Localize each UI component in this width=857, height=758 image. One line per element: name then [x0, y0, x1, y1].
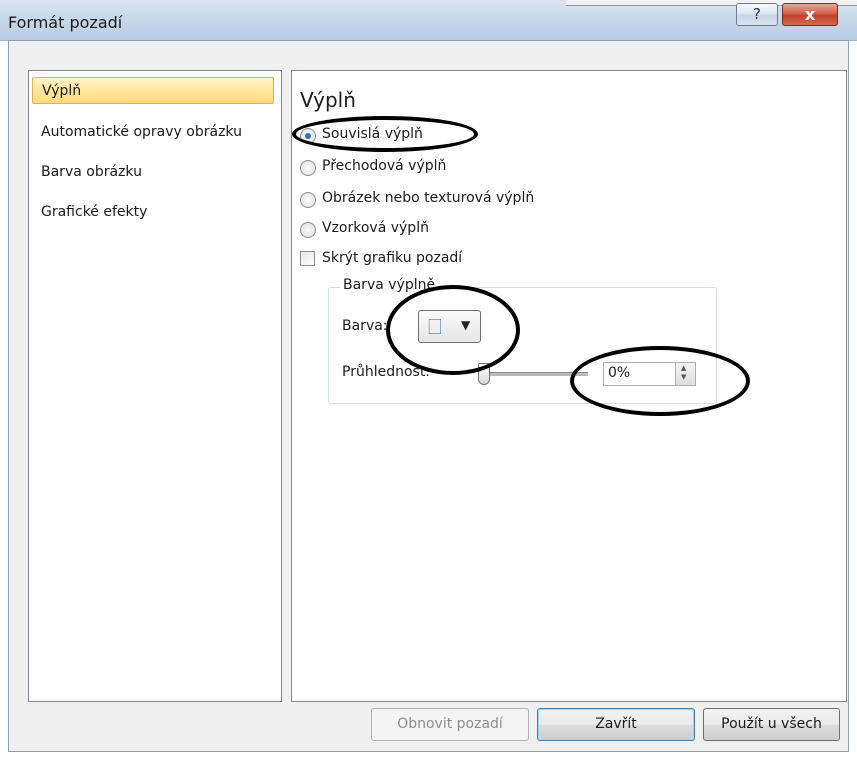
- radio-picture-texture-fill-label[interactable]: Obrázek nebo texturová výplň: [322, 190, 534, 206]
- close-button[interactable]: Zavřít: [537, 708, 695, 741]
- radio-pattern-fill[interactable]: [300, 222, 316, 238]
- radio-gradient-fill[interactable]: [300, 160, 316, 176]
- hide-background-graphics-checkbox[interactable]: [300, 251, 315, 266]
- radio-pattern-fill-label[interactable]: Vzorková výplň: [322, 220, 429, 236]
- panel-heading: Výplň: [300, 88, 356, 112]
- radio-picture-texture-fill[interactable]: [300, 192, 316, 208]
- nav-item-fill[interactable]: Výplň: [32, 77, 274, 104]
- annotation-ellipse-color-button: [386, 285, 520, 375]
- format-background-dialog: Formát pozadí ? x Výplň Automatické opra…: [0, 0, 857, 758]
- nav-item-picture-color[interactable]: Barva obrázku: [32, 159, 274, 186]
- hide-background-graphics-label[interactable]: Skrýt grafiku pozadí: [322, 250, 462, 266]
- nav-item-picture-corrections[interactable]: Automatické opravy obrázku: [32, 119, 274, 146]
- reset-background-button[interactable]: Obnovit pozadí: [371, 708, 529, 741]
- nav-item-artistic-effects[interactable]: Grafické efekty: [32, 199, 274, 226]
- annotation-ellipse-transparency: [570, 346, 750, 416]
- help-button[interactable]: ?: [736, 3, 778, 26]
- title-bar[interactable]: [0, 0, 857, 41]
- category-list: Výplň Automatické opravy obrázku Barva o…: [28, 70, 282, 702]
- radio-gradient-fill-label[interactable]: Přechodová výplň: [322, 158, 446, 174]
- color-label: Barva:: [342, 318, 388, 334]
- apply-to-all-button[interactable]: Použít u všech: [703, 708, 840, 741]
- dialog-title: Formát pozadí: [8, 13, 123, 32]
- close-window-button[interactable]: x: [782, 3, 838, 26]
- annotation-ellipse-solid-fill: [292, 116, 478, 152]
